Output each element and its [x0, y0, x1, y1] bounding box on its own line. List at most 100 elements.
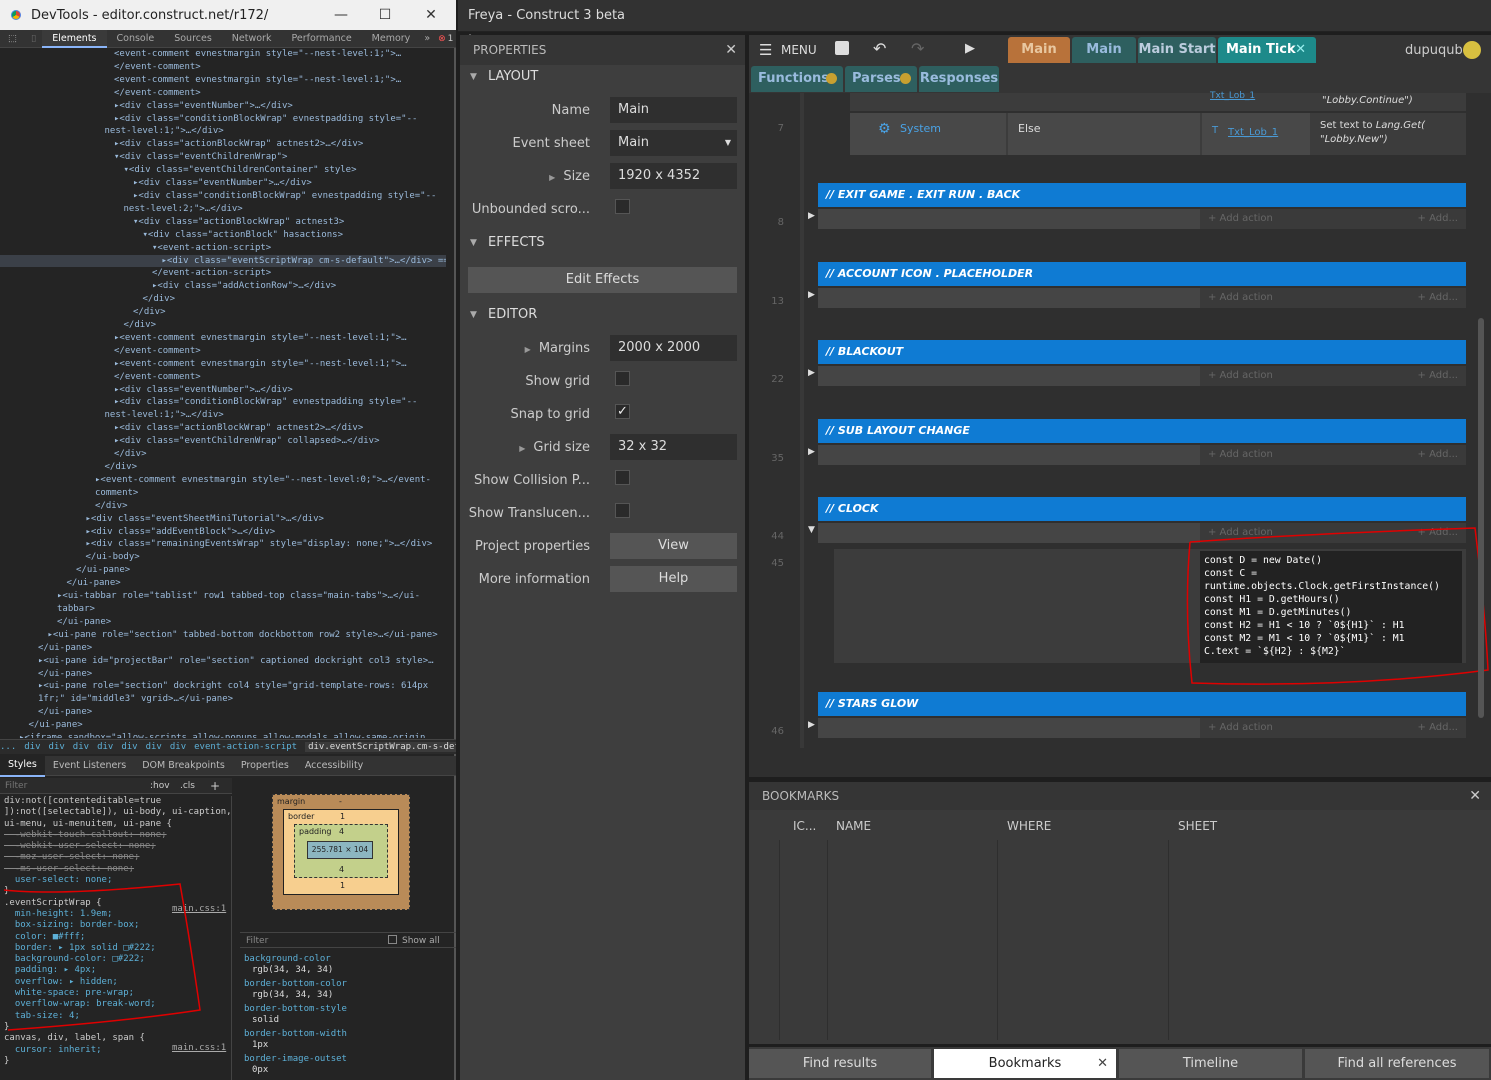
dom-node-line[interactable]: ▸<div class="eventSheetMiniTutorial">…</… [0, 513, 446, 526]
tab-accessibility[interactable]: Accessibility [297, 756, 371, 776]
computed-property[interactable]: border-bottom-color [244, 979, 456, 990]
computed-property[interactable]: background-color [244, 954, 456, 965]
computed-property[interactable]: border-image-outset [244, 1054, 456, 1065]
tab-properties[interactable]: Properties [233, 756, 297, 776]
tab-memory[interactable]: Memory [362, 30, 421, 48]
dom-node-line[interactable]: ▸<ui-pane role="section" dockright col4 … [0, 680, 446, 693]
show-translucent-checkbox[interactable] [615, 503, 630, 518]
device-icon[interactable]: ▯ [25, 30, 42, 48]
dom-node-line[interactable]: nest-level:1;">…</div> [0, 409, 446, 422]
expand-arrow-icon[interactable]: ▼ [808, 525, 815, 535]
col-icon[interactable]: IC... [793, 812, 816, 840]
css-rule-line[interactable]: -ms-user-select: none; [0, 864, 231, 875]
dom-node-line[interactable]: </ui-body> [0, 551, 446, 564]
close-properties-icon[interactable]: ✕ [725, 35, 737, 65]
breadcrumb-item[interactable]: div.eventScriptWrap.cm-s-default [305, 742, 456, 752]
computed-list[interactable]: background-color rgb(34, 34, 34) border-bo… [240, 948, 456, 1076]
dom-node-line[interactable]: ▸<ui-pane role="section" tabbed-bottom d… [0, 629, 446, 642]
event-row[interactable]: + Add action + Add... [818, 718, 1466, 738]
add-action-link[interactable]: + Add action [1208, 213, 1273, 224]
dom-node-line[interactable]: nest-level:1;">…</div> [0, 125, 446, 138]
dom-node-line[interactable]: ▸<div class="addEventBlock">…</div> [0, 526, 446, 539]
dom-node-line[interactable]: ▾<div class="actionBlock" hasactions> [0, 229, 446, 242]
add-action-link[interactable]: + Add action [1208, 370, 1273, 381]
tab-timeline[interactable]: Timeline [1119, 1049, 1302, 1078]
dom-node-line[interactable]: </ui-pane> [0, 706, 446, 719]
breadcrumb-item[interactable]: div [24, 742, 40, 752]
condition-block[interactable] [818, 209, 1200, 229]
dom-node-line[interactable]: ▾<div class="actionBlockWrap" actnest3> [0, 216, 446, 229]
unbounded-checkbox[interactable] [615, 199, 630, 214]
edit-effects-button[interactable]: Edit Effects [468, 267, 737, 293]
dom-tree[interactable]: <event-comment evnestmargin style="--nes… [0, 48, 446, 738]
dom-node-line[interactable]: ▸<div class="conditionBlockWrap" evnestp… [0, 113, 446, 126]
breadcrumb[interactable]: ... div div div div div div div event-action-scr… [0, 739, 456, 754]
add-short-link[interactable]: + Add... [1418, 292, 1458, 303]
event-comment-header[interactable]: // STARS GLOW [818, 692, 1466, 716]
css-rule-line[interactable]: } [0, 1056, 231, 1067]
css-rule-line[interactable]: ]):not([selectable]), ui-body, ui-captio… [0, 807, 231, 818]
dom-node-line[interactable]: </ui-pane> [0, 668, 446, 681]
expand-triangle-icon[interactable]: ▶ [549, 173, 555, 182]
show-all-checkbox[interactable] [388, 935, 397, 944]
dom-node-line[interactable]: </div> [0, 500, 446, 513]
avatar[interactable] [1463, 41, 1481, 59]
event-row[interactable]: + Add action + Add... [818, 288, 1466, 308]
dom-node-line[interactable]: ▸<iframe sandbox="allow-scripts allow-po… [0, 732, 446, 738]
dom-node-line[interactable]: ▸<div class="eventChildrenWrap" collapse… [0, 435, 446, 448]
inspect-icon[interactable]: ⬚ [0, 30, 25, 48]
col-where[interactable]: WHERE [1007, 812, 1051, 840]
dom-node-line[interactable]: </event-comment> [0, 87, 446, 100]
undo-icon[interactable]: ↶ [873, 39, 886, 58]
event-row-7[interactable]: ⚙ System Else T Txt_Lob_1 Set text to La… [850, 113, 1466, 155]
dom-node-line[interactable]: ▸<event-comment evnestmargin style="--ne… [0, 358, 446, 371]
dom-node-line[interactable]: ▸<ui-pane id="projectBar" role="section"… [0, 655, 446, 668]
close-tab-icon[interactable]: ✕ [1097, 1049, 1108, 1078]
hamburger-icon[interactable]: ☰ [759, 41, 772, 59]
css-rule-line[interactable]: -moz-user-select: none; [0, 852, 231, 863]
maximize-icon[interactable]: ☐ [362, 0, 408, 30]
add-short-link[interactable]: + Add... [1418, 449, 1458, 460]
add-short-link[interactable]: + Add... [1418, 213, 1458, 224]
breadcrumb-item[interactable]: div [146, 742, 162, 752]
breadcrumb-item[interactable]: event-action-script [194, 742, 297, 752]
event-comment-header[interactable]: // EXIT GAME . EXIT RUN . BACK [818, 183, 1466, 207]
dom-node-line[interactable]: ▸<div class="remainingEventsWrap" style=… [0, 538, 446, 551]
dom-node-line[interactable]: </div> [0, 319, 446, 332]
condition-block[interactable] [818, 366, 1200, 386]
dom-node-line[interactable]: ▸<div class="conditionBlockWrap" evnestp… [0, 396, 446, 409]
tab-event-listeners[interactable]: Event Listeners [45, 756, 134, 776]
dom-node-line[interactable]: ▸<event-comment evnestmargin style="--ne… [0, 474, 446, 487]
margins-field[interactable]: 2000 x 2000 [610, 335, 737, 361]
computed-property[interactable]: border-bottom-width [244, 1029, 456, 1040]
tab-dom-breakpoints[interactable]: DOM Breakpoints [134, 756, 233, 776]
event-sheet-scrollbar[interactable] [1478, 318, 1484, 718]
dom-node-line[interactable]: </ui-pane> [0, 642, 446, 655]
view-button[interactable]: View [610, 533, 737, 559]
event-sheet-select[interactable]: Main ▼ [610, 130, 737, 156]
expand-arrow-icon[interactable]: ▶ [808, 720, 815, 730]
tab-elements[interactable]: Elements [42, 29, 107, 48]
menu-button[interactable]: MENU [781, 43, 817, 57]
tab-find-all-references[interactable]: Find all references [1305, 1049, 1489, 1078]
dom-node-line[interactable]: tabbar> [0, 603, 446, 616]
tab-styles[interactable]: Styles [0, 754, 45, 777]
dom-node-line[interactable]: </div> [0, 448, 446, 461]
computed-filter[interactable]: Filter [246, 936, 268, 947]
play-icon[interactable]: ▶ [965, 41, 975, 56]
col-name[interactable]: NAME [836, 812, 871, 840]
hov-toggle[interactable]: :hov [150, 778, 170, 794]
styles-filter-input[interactable] [0, 781, 120, 791]
dom-node-line[interactable]: ▾<div class="eventChildrenContainer" sty… [0, 164, 446, 177]
dom-node-line[interactable]: ▸<div class="actionBlockWrap" actnest2>…… [0, 138, 446, 151]
dom-node-line[interactable]: ▾<event-action-script> [0, 242, 446, 255]
tab-performance[interactable]: Performance [281, 30, 361, 48]
breadcrumb-item[interactable]: div [49, 742, 65, 752]
dom-node-line[interactable]: </ui-pane> [0, 616, 446, 629]
css-rule-line[interactable]: ui-menu, ui-menuitem, ui-pane { [0, 819, 231, 830]
dom-node-line[interactable]: ▸<div class="eventScriptWrap cm-s-defaul… [0, 254, 446, 268]
tab-responses[interactable]: Responses [919, 66, 999, 92]
more-tabs-button[interactable]: » [420, 30, 434, 48]
breadcrumb-item[interactable]: div [170, 742, 186, 752]
event-row-6[interactable]: Txt_Lob_1 "Lobby.Continue") [850, 91, 1466, 111]
